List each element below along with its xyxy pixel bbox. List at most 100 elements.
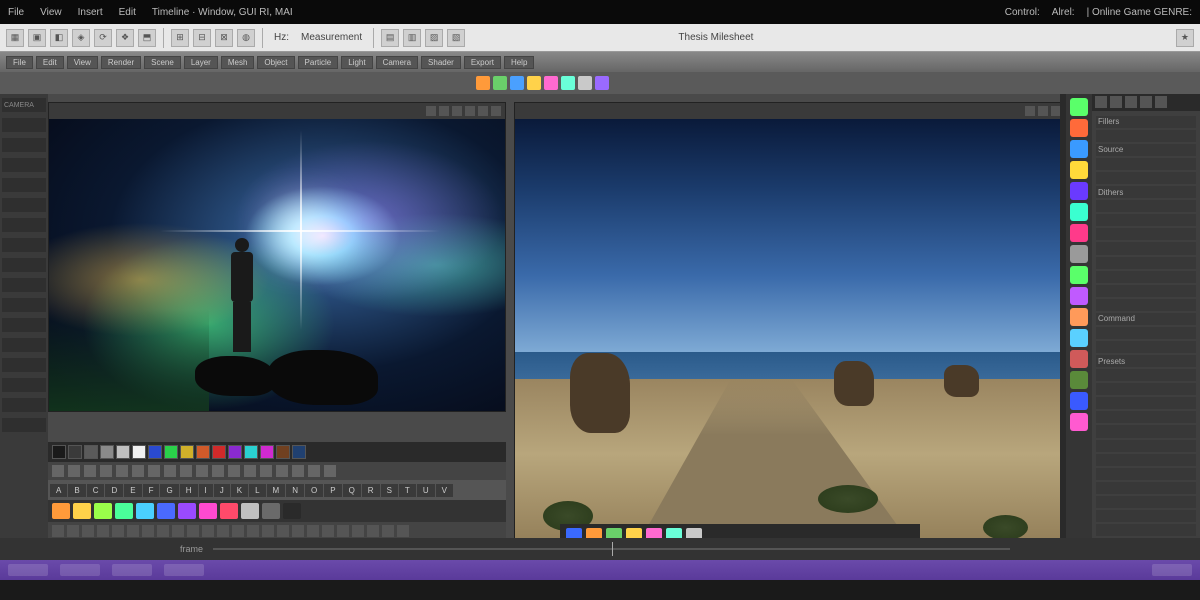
left-item[interactable] xyxy=(2,278,46,292)
tool-btn[interactable]: ▥ xyxy=(403,29,421,47)
panel-icon[interactable] xyxy=(1070,413,1088,431)
hdr-btn[interactable] xyxy=(1140,96,1152,108)
ribbon-tab[interactable]: Object xyxy=(257,56,294,69)
list-item[interactable] xyxy=(1096,228,1196,240)
prop-tab[interactable]: O xyxy=(305,484,323,497)
mini-btn[interactable] xyxy=(244,465,256,477)
swatch[interactable] xyxy=(116,445,130,459)
status-chip[interactable] xyxy=(164,564,204,576)
prop-tab[interactable]: T xyxy=(399,484,416,497)
swatch[interactable] xyxy=(228,445,242,459)
prop-tab[interactable]: F xyxy=(143,484,160,497)
mini-btn[interactable] xyxy=(52,465,64,477)
panel-icon[interactable] xyxy=(1070,98,1088,116)
list-item[interactable] xyxy=(1096,200,1196,212)
prop-tab[interactable]: V xyxy=(436,484,453,497)
mini-btn[interactable] xyxy=(132,465,144,477)
ribbon-tab[interactable]: Particle xyxy=(298,56,339,69)
bot-btn[interactable] xyxy=(292,525,304,537)
list-item[interactable] xyxy=(1096,440,1196,452)
prop-tab[interactable]: R xyxy=(362,484,380,497)
ribbon-tab[interactable]: Shader xyxy=(421,56,461,69)
bot-btn[interactable] xyxy=(157,525,169,537)
menu-online[interactable]: | Online Game GENRE: xyxy=(1087,7,1192,18)
mini-btn[interactable] xyxy=(116,465,128,477)
left-item[interactable] xyxy=(2,118,46,132)
left-item[interactable] xyxy=(2,258,46,272)
panel-icon[interactable] xyxy=(1070,287,1088,305)
prop-tab[interactable]: L xyxy=(249,484,265,497)
vp-btn[interactable] xyxy=(439,106,449,116)
color-tab[interactable] xyxy=(94,503,112,519)
list-item[interactable] xyxy=(1096,411,1196,423)
prop-tab[interactable]: I xyxy=(199,484,213,497)
menu-insert[interactable]: Insert xyxy=(78,7,103,18)
status-chip[interactable] xyxy=(60,564,100,576)
list-item[interactable]: Source xyxy=(1096,144,1196,156)
menu-extra[interactable]: Timeline · Window, GUI RI, MAI xyxy=(152,7,293,18)
prop-tab[interactable]: P xyxy=(324,484,341,497)
swatch[interactable] xyxy=(292,445,306,459)
swatch[interactable] xyxy=(132,445,146,459)
bot-btn[interactable] xyxy=(187,525,199,537)
panel-icon[interactable] xyxy=(1070,203,1088,221)
swatch[interactable] xyxy=(100,445,114,459)
prop-tab[interactable]: U xyxy=(417,484,435,497)
prop-tab[interactable]: G xyxy=(160,484,178,497)
swatch[interactable] xyxy=(52,445,66,459)
color-tab[interactable] xyxy=(178,503,196,519)
panel-icon[interactable] xyxy=(1070,245,1088,263)
hdr-btn[interactable] xyxy=(1095,96,1107,108)
menu-edit[interactable]: Edit xyxy=(119,7,136,18)
mini-btn[interactable] xyxy=(228,465,240,477)
tool-btn[interactable]: ◈ xyxy=(72,29,90,47)
swatch[interactable] xyxy=(180,445,194,459)
mini-btn[interactable] xyxy=(308,465,320,477)
timeline-track[interactable] xyxy=(213,548,1010,550)
ribbon-tab[interactable]: Export xyxy=(464,56,501,69)
bot-btn[interactable] xyxy=(112,525,124,537)
prop-tab[interactable]: M xyxy=(267,484,286,497)
ribbon-tab[interactable]: View xyxy=(67,56,98,69)
left-item[interactable]: CAMERA xyxy=(2,98,46,112)
vp-btn[interactable] xyxy=(491,106,501,116)
panel-icon[interactable] xyxy=(1070,224,1088,242)
bot-btn[interactable] xyxy=(127,525,139,537)
prop-tab[interactable]: S xyxy=(381,484,398,497)
tool-btn[interactable]: ▧ xyxy=(447,29,465,47)
bot-btn[interactable] xyxy=(247,525,259,537)
left-item[interactable] xyxy=(2,398,46,412)
tool-icon[interactable] xyxy=(578,76,592,90)
mini-btn[interactable] xyxy=(148,465,160,477)
tool-btn[interactable]: ▨ xyxy=(425,29,443,47)
tool-btn[interactable]: ⬒ xyxy=(138,29,156,47)
list-item[interactable] xyxy=(1096,299,1196,311)
star-icon[interactable]: ★ xyxy=(1176,29,1194,47)
list-item[interactable] xyxy=(1096,341,1196,353)
tool-btn[interactable]: ⊟ xyxy=(193,29,211,47)
bot-btn[interactable] xyxy=(337,525,349,537)
color-tab[interactable] xyxy=(220,503,238,519)
swatch[interactable] xyxy=(276,445,290,459)
tool-btn[interactable]: ▤ xyxy=(381,29,399,47)
list-item[interactable] xyxy=(1096,524,1196,536)
prop-tab[interactable]: N xyxy=(286,484,304,497)
tool-icon[interactable] xyxy=(544,76,558,90)
list-item[interactable] xyxy=(1096,285,1196,297)
swatch[interactable] xyxy=(148,445,162,459)
list-item[interactable] xyxy=(1096,482,1196,494)
left-item[interactable] xyxy=(2,418,46,432)
ribbon-tab[interactable]: File xyxy=(6,56,33,69)
status-chip[interactable] xyxy=(1152,564,1192,576)
bot-btn[interactable] xyxy=(67,525,79,537)
list-item[interactable]: Fillers xyxy=(1096,116,1196,128)
left-item[interactable] xyxy=(2,358,46,372)
tool-icon[interactable] xyxy=(561,76,575,90)
swatch[interactable] xyxy=(68,445,82,459)
list-item[interactable] xyxy=(1096,468,1196,480)
mini-btn[interactable] xyxy=(164,465,176,477)
ribbon-tab[interactable]: Help xyxy=(504,56,534,69)
swatch[interactable] xyxy=(196,445,210,459)
prop-tab[interactable]: B xyxy=(68,484,85,497)
list-item[interactable] xyxy=(1096,130,1196,142)
